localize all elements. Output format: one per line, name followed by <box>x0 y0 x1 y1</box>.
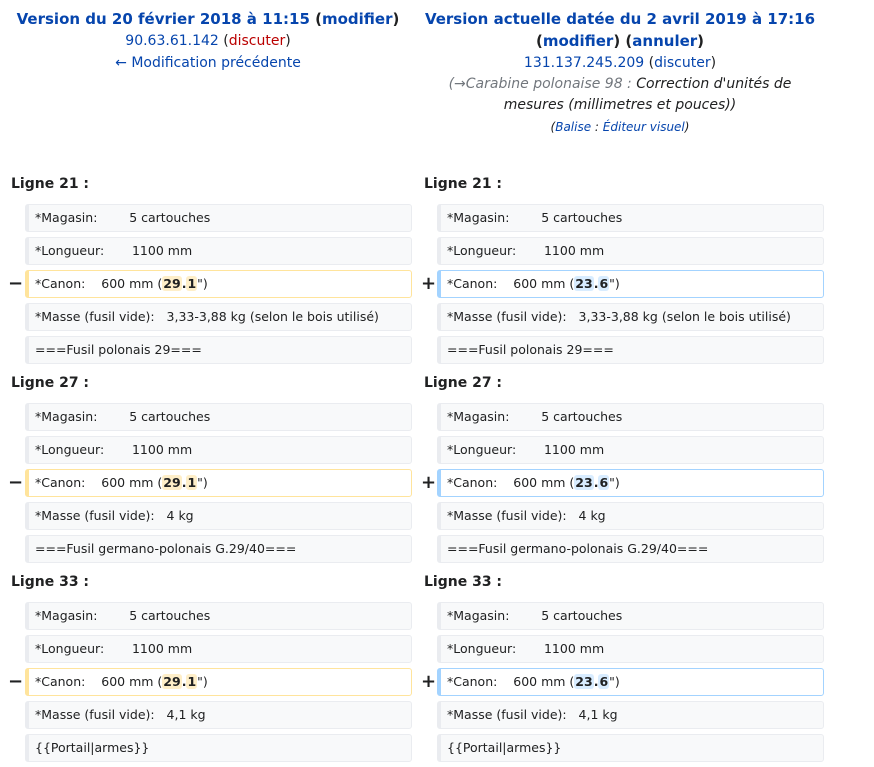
tags-line: (Balise : Éditeur visuel) <box>550 120 690 134</box>
context-line: *Longueur: 1100 mm <box>437 635 824 663</box>
line-text: ") <box>609 276 620 291</box>
deleted-line: *Canon: 600 mm (29.1") <box>25 270 412 298</box>
inserted-text: 23 <box>574 674 594 689</box>
line-text: ") <box>609 475 620 490</box>
line-number-label: Ligne 33 : <box>11 574 90 590</box>
current-revision-header: Version actuelle datée du 2 avril 2019 à… <box>420 8 820 138</box>
plus-icon: + <box>421 472 437 493</box>
old-modify-link[interactable]: modifier <box>322 10 393 28</box>
removed-text: 29 <box>162 276 182 291</box>
context-line: *Masse (fusil vide): 4 kg <box>25 502 412 530</box>
paren-close: ) <box>392 10 400 28</box>
line-text: *Canon: 600 mm ( <box>447 475 575 490</box>
added-line: *Canon: 600 mm (23.6") <box>437 270 824 298</box>
current-user-link[interactable]: 131.137.245.209 <box>524 55 644 71</box>
inserted-text: 6 <box>598 475 610 490</box>
context-line: *Masse (fusil vide): 3,33-3,88 kg (selon… <box>25 303 412 331</box>
plus-icon: + <box>421 273 437 294</box>
context-line: *Magasin: 5 cartouches <box>25 204 412 232</box>
old-discuss-link[interactable]: discuter <box>229 33 286 49</box>
context-line: *Longueur: 1100 mm <box>25 436 412 464</box>
context-line: *Masse (fusil vide): 4,1 kg <box>437 701 824 729</box>
inserted-text: 6 <box>598 674 610 689</box>
context-line: ===Fusil polonais 29=== <box>25 336 412 364</box>
context-line: *Magasin: 5 cartouches <box>437 403 824 431</box>
current-modify-link[interactable]: modifier <box>543 32 614 50</box>
line-text: ") <box>197 674 208 689</box>
old-revision-link[interactable]: Version du 20 février 2018 à 11:15 <box>17 10 310 28</box>
old-user-link[interactable]: 90.63.61.142 <box>125 33 219 49</box>
inserted-text: 23 <box>574 475 594 490</box>
deleted-line: *Canon: 600 mm (29.1") <box>25 469 412 497</box>
context-line: {{Portail|armes}} <box>437 734 824 762</box>
removed-text: 1 <box>186 674 198 689</box>
current-revision-actions: (modifier) (annuler) <box>535 32 705 50</box>
context-line: *Longueur: 1100 mm <box>437 436 824 464</box>
line-text: *Canon: 600 mm ( <box>447 276 575 291</box>
undo-link[interactable]: annuler <box>632 32 697 50</box>
line-number-label: Ligne 33 : <box>424 574 503 590</box>
line-text: *Canon: 600 mm ( <box>35 276 163 291</box>
old-revision-title-line: Version du 20 février 2018 à 11:15 (modi… <box>8 8 408 30</box>
context-line: *Masse (fusil vide): 4 kg <box>437 502 824 530</box>
removed-text: 29 <box>162 475 182 490</box>
tag-value-link[interactable]: Éditeur visuel <box>603 120 685 134</box>
context-line: ===Fusil germano-polonais G.29/40=== <box>25 535 412 563</box>
minus-icon: − <box>8 671 24 692</box>
old-revision-header: Version du 20 février 2018 à 11:15 (modi… <box>8 8 408 74</box>
line-text: *Canon: 600 mm ( <box>447 674 575 689</box>
current-revision-link[interactable]: Version actuelle datée du 2 avril 2019 à… <box>425 10 815 28</box>
plus-icon: + <box>421 671 437 692</box>
line-text: ") <box>197 475 208 490</box>
context-line: *Longueur: 1100 mm <box>25 237 412 265</box>
minus-icon: − <box>8 273 24 294</box>
line-text: ") <box>609 674 620 689</box>
old-user-line: 90.63.61.142 (discuter) <box>125 33 291 49</box>
context-line: *Magasin: 5 cartouches <box>25 602 412 630</box>
line-text: ") <box>197 276 208 291</box>
context-line: *Masse (fusil vide): 4,1 kg <box>25 701 412 729</box>
added-line: *Canon: 600 mm (23.6") <box>437 668 824 696</box>
section-link[interactable]: (→Carabine polonaise 98 : <box>449 76 632 92</box>
edit-summary: (→Carabine polonaise 98 : Correction d'u… <box>440 74 800 116</box>
paren-open: ( <box>309 10 322 28</box>
context-line: ===Fusil polonais 29=== <box>437 336 824 364</box>
deleted-line: *Canon: 600 mm (29.1") <box>25 668 412 696</box>
inserted-text: 23 <box>574 276 594 291</box>
context-line: *Longueur: 1100 mm <box>437 237 824 265</box>
line-text: *Canon: 600 mm ( <box>35 674 163 689</box>
line-text: *Canon: 600 mm ( <box>35 475 163 490</box>
context-line: *Masse (fusil vide): 3,33-3,88 kg (selon… <box>437 303 824 331</box>
minus-icon: − <box>8 472 24 493</box>
line-number-label: Ligne 21 : <box>424 176 503 192</box>
previous-edit-link[interactable]: ← Modification précédente <box>115 55 301 71</box>
context-line: {{Portail|armes}} <box>25 734 412 762</box>
removed-text: 1 <box>186 475 198 490</box>
context-line: *Magasin: 5 cartouches <box>437 602 824 630</box>
tag-label-link[interactable]: Balise <box>555 120 591 134</box>
current-revision-title: Version actuelle datée du 2 avril 2019 à… <box>420 8 820 30</box>
line-number-label: Ligne 27 : <box>424 375 503 391</box>
added-line: *Canon: 600 mm (23.6") <box>437 469 824 497</box>
current-discuss-link[interactable]: discuter <box>654 55 711 71</box>
context-line: *Longueur: 1100 mm <box>25 635 412 663</box>
inserted-text: 6 <box>598 276 610 291</box>
context-line: *Magasin: 5 cartouches <box>25 403 412 431</box>
line-number-label: Ligne 27 : <box>11 375 90 391</box>
removed-text: 1 <box>186 276 198 291</box>
removed-text: 29 <box>162 674 182 689</box>
current-user-line: 131.137.245.209 (discuter) <box>523 55 717 71</box>
line-number-label: Ligne 21 : <box>11 176 90 192</box>
context-line: ===Fusil germano-polonais G.29/40=== <box>437 535 824 563</box>
context-line: *Magasin: 5 cartouches <box>437 204 824 232</box>
